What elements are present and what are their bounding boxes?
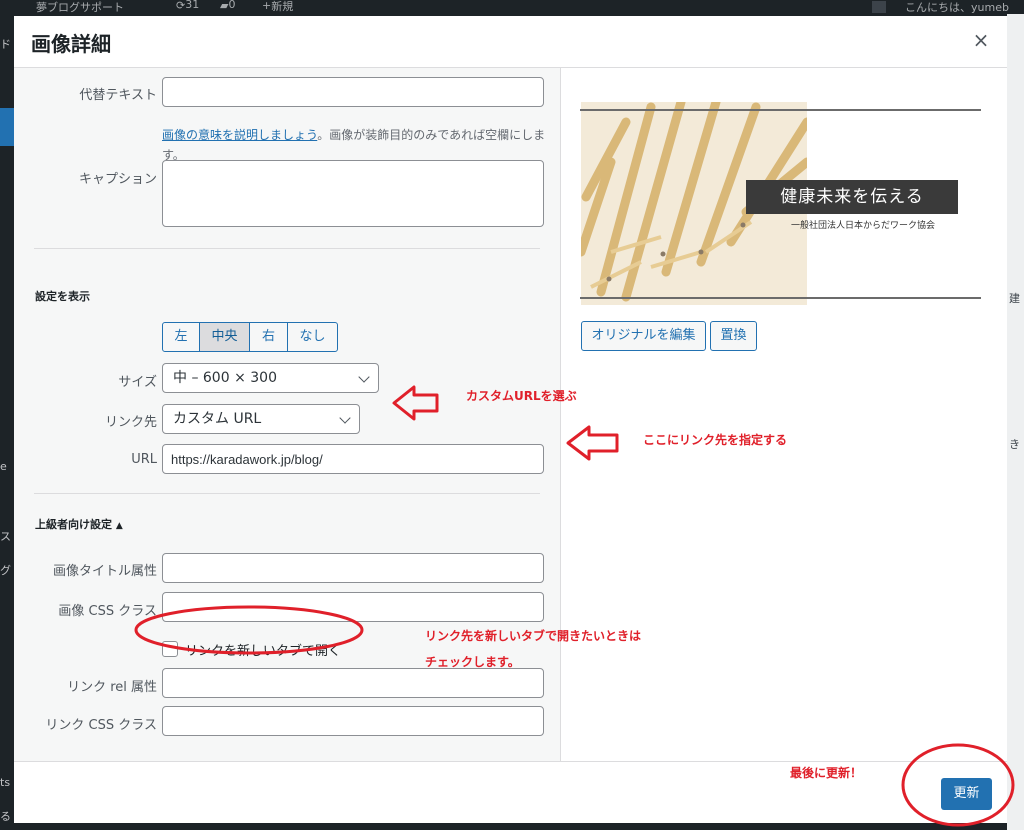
admin-bar-comments[interactable]: ▰ 0 [220, 0, 235, 12]
advanced-settings-heading: 上級者向け設定 [35, 518, 112, 531]
align-none-button[interactable]: なし [287, 322, 338, 352]
url-input[interactable] [162, 444, 544, 474]
chevron-down-icon [339, 412, 351, 424]
link-to-select[interactable]: カスタム URL [162, 404, 360, 434]
admin-bar-updates[interactable]: ⟳ 31 [176, 0, 199, 12]
annotation-url: ここにリンク先を指定する [643, 433, 788, 447]
image-css-class-input[interactable] [162, 592, 544, 622]
divider [34, 493, 540, 494]
link-rel-input[interactable] [162, 668, 544, 698]
close-icon[interactable]: × [969, 28, 993, 52]
updates-count: 31 [185, 0, 200, 11]
size-select-value: 中 – 600 × 300 [173, 370, 277, 386]
bg-fragment: ス [0, 530, 11, 543]
align-center-button[interactable]: 中央 [199, 322, 250, 352]
image-css-class-label: 画像 CSS クラス [58, 604, 157, 619]
preview-rule [580, 109, 981, 111]
alt-text-help-link[interactable]: 画像の意味を説明しましょう [162, 128, 317, 142]
bg-fragment: き [1009, 438, 1020, 451]
link-css-class-label: リンク CSS クラス [45, 718, 157, 733]
comments-count: 0 [228, 0, 236, 11]
caption-label: キャプション [78, 172, 157, 187]
size-label: サイズ [118, 375, 157, 390]
bg-fragment: 建 [1009, 292, 1020, 305]
alt-text-input[interactable] [162, 77, 544, 107]
caption-textarea[interactable] [162, 160, 544, 227]
bg-fragment: e [0, 460, 7, 473]
modal-header: 画像詳細 × [14, 16, 1007, 68]
admin-bar-site-name[interactable]: 夢ブログサポート [36, 0, 124, 14]
link-css-class-input[interactable] [162, 706, 544, 736]
align-left-button[interactable]: 左 [162, 322, 200, 352]
admin-bar: 夢ブログサポート ⟳ 31 ▰ 0 + 新規 こんにちは、yumeb [0, 0, 1024, 14]
new-tab-label[interactable]: リンクを新しいタブで開く [185, 640, 341, 659]
bg-fragment: グ [0, 564, 11, 577]
image-details-modal: 画像詳細 × 代替テキスト 画像の意味を説明しましょう。画像が装飾目的のみであれ… [14, 16, 1007, 823]
link-rel-label: リンク rel 属性 [67, 680, 157, 695]
alt-text-help: 画像の意味を説明しましょう。画像が装飾目的のみであれば空欄にします。 [162, 125, 546, 165]
url-label: URL [131, 452, 157, 467]
new-label: 新規 [271, 0, 294, 13]
edit-original-button[interactable]: オリジナルを編集 [581, 321, 706, 351]
image-title-attr-label: 画像タイトル属性 [52, 564, 157, 579]
background-content: 建 き [1007, 14, 1024, 830]
image-preview-pane: 健康未来を伝える 一般社団法人日本からだワーク協会 オリジナルを編集 置換 [561, 68, 1007, 761]
annotation-link-to: カスタムURLを選ぶ [466, 389, 577, 403]
admin-bar-new[interactable]: + 新規 [262, 0, 293, 13]
alignment-button-group: 左 中央 右 なし [162, 322, 338, 352]
annotation-update: 最後に更新！ [790, 766, 863, 780]
annotation-new-tab-1: リンク先を新しいタブで開きたいときは [425, 629, 642, 643]
divider [34, 248, 540, 249]
modal-title: 画像詳細 [31, 32, 111, 56]
image-title-attr-input[interactable] [162, 553, 544, 583]
chevron-down-icon [358, 371, 370, 383]
preview-rule [580, 297, 981, 299]
admin-bar-search-icon[interactable] [872, 1, 886, 13]
replace-button[interactable]: 置換 [710, 321, 757, 351]
bg-fragment: ts [0, 776, 11, 789]
alt-text-label: 代替テキスト [79, 88, 157, 103]
update-button[interactable]: 更新 [941, 778, 992, 810]
align-right-button[interactable]: 右 [249, 322, 288, 352]
preview-sub-text: 一般社団法人日本からだワーク協会 [791, 221, 936, 231]
new-tab-checkbox[interactable] [162, 641, 178, 657]
link-to-select-value: カスタム URL [173, 411, 262, 427]
size-select[interactable]: 中 – 600 × 300 [162, 363, 379, 393]
display-settings-heading: 設定を表示 [35, 290, 90, 303]
preview-banner-text: 健康未来を伝える [746, 180, 958, 214]
link-to-label: リンク先 [104, 415, 157, 430]
advanced-settings-toggle[interactable]: 上級者向け設定 ▲ [35, 516, 123, 532]
admin-bar-greeting[interactable]: こんにちは、yumeb [905, 0, 1009, 14]
triangle-up-icon: ▲ [115, 521, 123, 531]
bg-fragment: ド [0, 38, 11, 51]
annotation-new-tab-2: チェックします。 [425, 655, 520, 669]
bg-fragment: る [0, 810, 11, 823]
